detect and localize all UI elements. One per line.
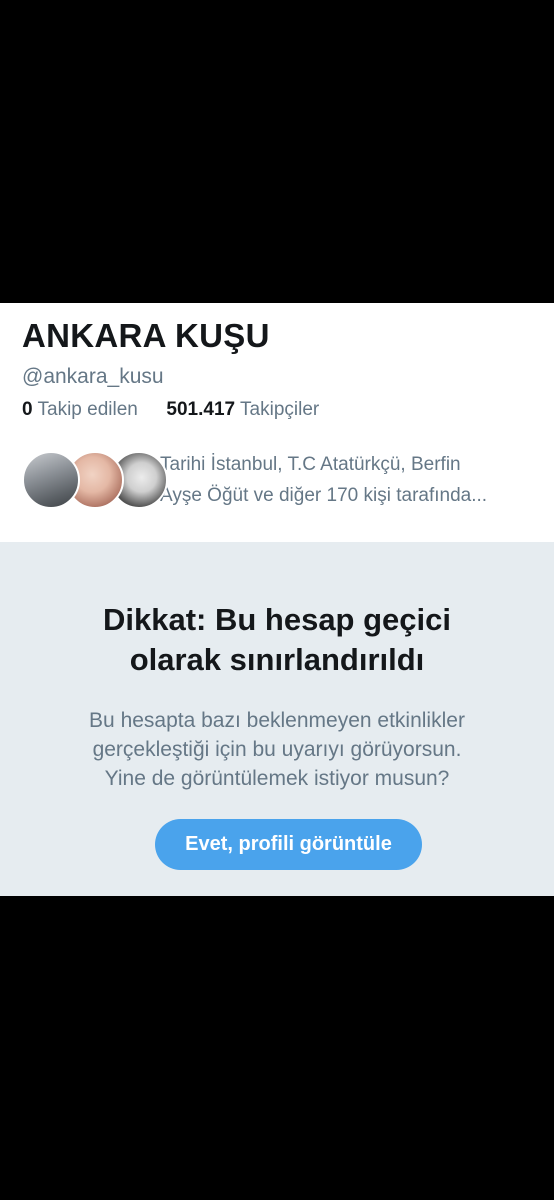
followed-by-line: Tarihi İstanbul, T.C Atatürkçü, Berfin (160, 454, 461, 475)
screen: ANKARA KUŞU @ankara_kusu 0 Takip edilen … (0, 0, 554, 1200)
warning-title-line: olarak sınırlandırıldı (129, 642, 425, 677)
following-label: Takip edilen (37, 399, 138, 420)
warning-message-line: Yine de görüntülemek istiyor musun? (104, 767, 450, 790)
profile-stats: 0 Takip edilen 501.417 Takipçiler (22, 399, 319, 421)
avatar (22, 451, 80, 509)
followed-by-text[interactable]: Tarihi İstanbul, T.C Atatürkçü, Berfin A… (160, 449, 546, 511)
profile-header: ANKARA KUŞU @ankara_kusu 0 Takip edilen … (0, 303, 554, 542)
following-count: 0 (22, 399, 33, 420)
warning-message: Bu hesapta bazı beklenmeyen etkinlikler … (0, 706, 554, 793)
warning-title-line: Dikkat: Bu hesap geçici (102, 602, 451, 637)
warning-title: Dikkat: Bu hesap geçici olarak sınırland… (0, 600, 554, 680)
warning-message-line: gerçekleştiği için bu uyarıyı görüyorsun… (92, 738, 462, 761)
display-name: ANKARA KUŞU (22, 317, 270, 354)
following-stat[interactable]: 0 Takip edilen (22, 399, 143, 420)
followers-count: 501.417 (166, 399, 236, 420)
username-handle: @ankara_kusu (22, 365, 164, 388)
followers-label: Takipçiler (240, 399, 320, 420)
restricted-account-warning: Dikkat: Bu hesap geçici olarak sınırland… (0, 542, 554, 896)
warning-message-line: Bu hesapta bazı beklenmeyen etkinlikler (89, 709, 465, 732)
followed-by-line: Ayşe Öğüt ve diğer 170 kişi tarafında... (160, 485, 488, 506)
mutual-followers-avatars[interactable] (22, 451, 168, 509)
view-profile-button[interactable]: Evet, profili görüntüle (155, 819, 422, 870)
followers-stat[interactable]: 501.417 Takipçiler (161, 399, 319, 420)
